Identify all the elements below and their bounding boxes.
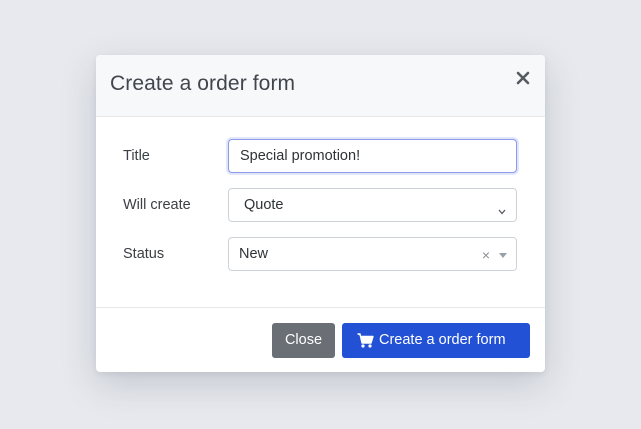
modal-footer: Close Create a order form [96, 307, 545, 372]
title-row: Title Special promotion! [96, 139, 545, 173]
create-order-form-button[interactable]: Create a order form [342, 323, 530, 358]
dropdown-arrow-icon[interactable] [499, 253, 507, 258]
shopping-cart-icon [357, 333, 374, 348]
clear-icon[interactable]: × [482, 247, 490, 263]
modal-title: Create a order form [110, 72, 296, 95]
create-button-label: Create a order form [379, 332, 506, 348]
title-label: Title [123, 148, 150, 164]
close-button[interactable]: Close [272, 323, 335, 358]
status-selected-value: New [239, 246, 269, 262]
modal-body: Title Special promotion! Will create Quo… [96, 117, 545, 307]
status-select[interactable]: New × [228, 237, 517, 271]
close-icon[interactable] [515, 69, 531, 87]
will-create-select[interactable]: Quote [228, 188, 517, 222]
create-order-modal: Create a order form Title Special promot… [96, 55, 545, 372]
modal-header: Create a order form [96, 55, 545, 117]
will-create-label: Will create [123, 197, 191, 213]
will-create-selected-value: Quote [244, 197, 284, 213]
status-label: Status [123, 246, 165, 262]
will-create-row: Will create Quote [96, 188, 545, 222]
title-input-value: Special promotion! [240, 148, 361, 164]
close-button-label: Close [284, 332, 323, 348]
status-row: Status New × [96, 237, 545, 271]
title-input[interactable]: Special promotion! [228, 139, 517, 173]
chevron-down-icon [498, 203, 506, 215]
